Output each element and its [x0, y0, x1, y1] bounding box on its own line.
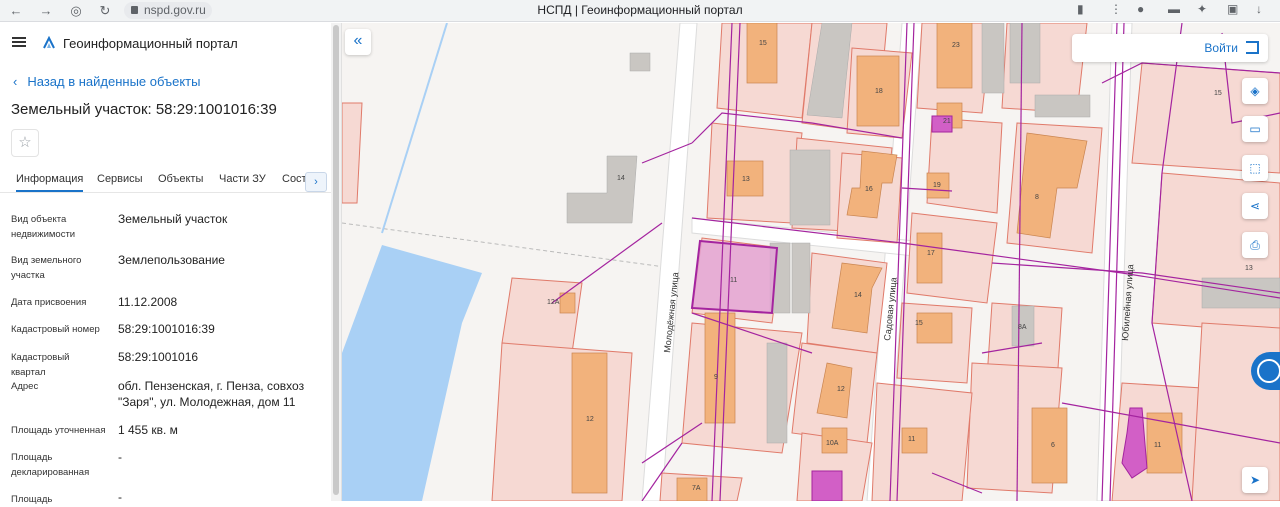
tab-title: НСПД | Геоинформационный портал	[537, 3, 743, 17]
login-label: Войти	[1204, 41, 1238, 55]
ruler-icon: ▭	[1249, 122, 1261, 136]
star-icon: ☆	[18, 134, 32, 151]
house-number: 8	[1035, 194, 1039, 201]
map-canvas[interactable]: 15 23 18 21 15 14 13 16 19 8 12А 11 14 1…	[342, 23, 1280, 501]
house-number: 23	[952, 42, 960, 49]
portal-logo-icon	[43, 36, 55, 49]
field-value: 58:29:1001016:39	[118, 322, 215, 336]
water-body	[342, 245, 482, 501]
info-sidebar: Геоинформационный портал ‹ Назад в найден…	[0, 23, 342, 505]
field-value: -	[118, 450, 122, 464]
house-number: 10А	[826, 440, 839, 447]
object-title: Земельный участок: 58:29:1001016:39	[11, 101, 277, 118]
chat-icon	[1257, 359, 1280, 383]
field-label: Дата присвоения	[11, 297, 87, 308]
info-tabs: Информация Сервисы Объекты Части ЗУ Сост…	[0, 169, 331, 193]
house-number: 17	[927, 250, 935, 257]
back-to-results-link[interactable]: ‹ Назад в найденные объекты	[13, 74, 200, 89]
field-value: 11.12.2008	[118, 295, 178, 309]
puzzle-icon[interactable]: ✦	[1197, 2, 1207, 16]
favorite-star-button[interactable]: ☆	[11, 129, 39, 157]
house-number: 7А	[692, 485, 701, 492]
navigation-arrow-icon: ➤	[1249, 473, 1261, 487]
field-value: Земельный участок	[118, 212, 228, 226]
menu-dots-icon[interactable]: ⋮	[1110, 2, 1122, 16]
house-number: 18	[875, 88, 883, 95]
layers-button[interactable]: ◈	[1242, 78, 1268, 104]
house-number: 16	[865, 186, 873, 193]
chevron-right-icon: ›	[314, 176, 318, 188]
select-area-button[interactable]: ⬚	[1242, 155, 1268, 181]
house-number: 21	[943, 118, 951, 125]
measure-button[interactable]: ▭	[1242, 116, 1268, 142]
sidebar-scrollbar[interactable]	[331, 23, 341, 501]
field-label: Кадастровый номер	[11, 324, 100, 335]
field-label: Адрес	[11, 381, 39, 392]
tabs-scroll-right-button[interactable]: ›	[305, 172, 327, 192]
house-number: 11	[1154, 442, 1161, 449]
field-label: Площадь	[11, 494, 53, 505]
select-area-icon: ⬚	[1249, 161, 1261, 175]
extension-icon[interactable]: ●	[1137, 2, 1144, 16]
login-icon	[1246, 41, 1259, 54]
tab-parts[interactable]: Части ЗУ	[219, 173, 266, 185]
download-icon[interactable]: ↓	[1256, 2, 1262, 16]
house-number: 15	[759, 40, 767, 47]
field-label: Кадастровый квартал	[11, 352, 70, 378]
house-number: 15	[1214, 90, 1222, 97]
house-number: 9	[714, 374, 718, 381]
back-link-label: Назад в найденные объекты	[27, 74, 201, 89]
collapse-sidebar-button[interactable]: «	[345, 29, 371, 55]
tab-services[interactable]: Сервисы	[97, 173, 143, 185]
chevron-left-icon: ‹	[13, 74, 18, 89]
share-icon: ⋖	[1249, 199, 1261, 213]
browser-toolbar: ← → ◎ ↻ nspd.gov.ru НСПД | Геоинформацио…	[0, 0, 1280, 22]
field-value: Землепользование	[118, 253, 225, 267]
house-number: 11	[730, 277, 737, 284]
login-button[interactable]: Войти	[1072, 34, 1268, 62]
house-number: 11	[908, 436, 915, 443]
print-icon: ⎙	[1250, 238, 1260, 252]
field-value: -	[118, 490, 122, 504]
house-number: 15	[915, 320, 923, 327]
tab-information[interactable]: Информация	[16, 173, 84, 192]
cadastral-map[interactable]: 15 23 18 21 15 14 13 16 19 8 12А 11 14 1…	[342, 23, 1280, 501]
layers-icon: ◈	[1250, 84, 1260, 98]
field-value: 58:29:1001016	[118, 350, 199, 364]
geolocation-button[interactable]: ➤	[1242, 467, 1268, 493]
field-label: Площадь декларированная	[11, 452, 90, 478]
extension-icon[interactable]: ▬	[1168, 2, 1180, 16]
house-number: 12	[837, 386, 845, 393]
house-number: 13	[1245, 265, 1253, 272]
bookmark-icon[interactable]: ▮	[1077, 2, 1084, 16]
app-title: Геоинформационный портал	[63, 36, 238, 51]
double-chevron-left-icon: «	[353, 32, 363, 49]
scrollbar-thumb[interactable]	[333, 25, 339, 495]
field-label: Вид объекта недвижимости	[11, 214, 76, 240]
sidebar-toggle-icon[interactable]: ▣	[1227, 2, 1238, 16]
share-button[interactable]: ⋖	[1242, 193, 1268, 219]
house-number: 14	[854, 292, 862, 299]
print-button[interactable]: ⎙	[1242, 232, 1268, 258]
house-number: 12А	[547, 299, 560, 306]
field-value: обл. Пензенская, г. Пенза, совхоз "Заря"…	[118, 379, 305, 409]
house-number: 19	[933, 182, 941, 189]
house-number: 14	[617, 175, 625, 182]
house-number: 6	[1051, 442, 1055, 449]
tab-objects[interactable]: Объекты	[158, 173, 203, 185]
hamburger-menu-icon[interactable]	[12, 37, 26, 47]
field-value: 1 455 кв. м	[118, 423, 178, 437]
house-number: 8А	[1018, 324, 1027, 331]
field-label: Вид земельного участка	[11, 255, 82, 281]
field-label: Площадь уточненная	[11, 425, 106, 436]
house-number: 13	[742, 176, 750, 183]
